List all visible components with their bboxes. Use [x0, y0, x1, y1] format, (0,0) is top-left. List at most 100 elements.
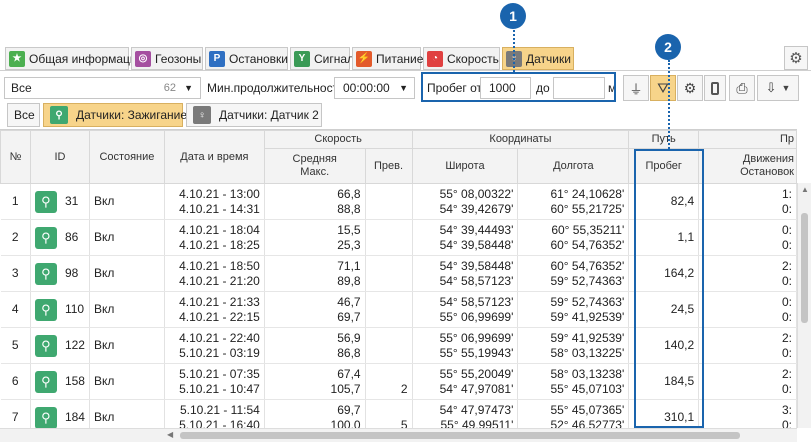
speed-avg: 15,5 — [337, 222, 361, 237]
tab-signal[interactable]: Y Сигнал — [290, 47, 354, 70]
cell-num: 4 — [0, 291, 31, 328]
lat-start: 54° 58,57123' — [439, 294, 514, 309]
lat-end: 54° 47,97081' — [439, 381, 514, 396]
subtab-ignition[interactable]: ⚲ Датчики: Зажигание — [43, 103, 187, 127]
plug-button[interactable]: ⏚ — [623, 75, 649, 101]
cell-over — [365, 183, 413, 220]
speed-max: 105,7 — [330, 381, 361, 396]
move-time: 2: — [781, 330, 792, 345]
cell-id: ⚲ 31 — [30, 183, 90, 220]
subtab-all[interactable]: Все — [7, 103, 40, 127]
scrollbar-thumb[interactable] — [180, 432, 740, 439]
subtab-label: Датчики: Зажигание — [76, 108, 188, 122]
cell-movement: 1: 0: — [698, 183, 797, 220]
lon-end: 58° 03,13225' — [550, 345, 625, 360]
cell-num: 6 — [0, 363, 31, 400]
horizontal-scrollbar[interactable]: ◀ — [0, 428, 797, 442]
col-header-lat[interactable]: Широта — [411, 148, 519, 184]
key-icon: ⚲ — [34, 334, 57, 357]
group-select-value: Все — [11, 81, 32, 95]
datetime-start: 4.10.21 - 13:00 — [179, 186, 260, 201]
key-icon: ⚲ — [34, 262, 57, 285]
callout-badge-2: 2 — [655, 34, 681, 60]
tab-geozones[interactable]: ◎ Геозоны — [131, 47, 203, 70]
stop-time: 0: — [781, 309, 792, 324]
lat-start: 55° 08,00322' — [439, 186, 514, 201]
datetime-end: 5.10.21 - 03:19 — [179, 345, 260, 360]
speed-max: 100,0 — [330, 417, 361, 429]
col-header-lon[interactable]: Долгота — [517, 148, 630, 184]
gear-icon: ⚙ — [789, 50, 803, 67]
subtab-label: Датчики: Датчик 2 — [219, 108, 319, 122]
chevron-down-icon: ▼ — [781, 83, 791, 93]
subtab-sensor2[interactable]: ♀ Датчики: Датчик 2 — [186, 103, 322, 127]
stops-label: Остановок — [740, 166, 794, 178]
signal-icon: Y — [294, 50, 310, 67]
lon-start: 59° 41,92539' — [550, 330, 625, 345]
col-header-movement[interactable]: Движения Остановок — [698, 148, 797, 184]
cell-over — [365, 327, 413, 364]
col-header-datetime[interactable]: Дата и время — [163, 130, 265, 184]
lat-end: 54° 58,57123' — [439, 273, 514, 288]
cell-over — [365, 291, 413, 328]
cell-lon: 59° 52,74363' 59° 41,92539' — [517, 291, 630, 328]
datetime-end: 5.10.21 - 10:47 — [179, 381, 260, 396]
lon-end: 60° 54,76352' — [550, 237, 625, 252]
cell-lat: 54° 58,57123' 55° 06,99699' — [412, 291, 519, 328]
plug-icon: ⏚ — [629, 81, 643, 97]
filter-button[interactable]: ⛛ — [650, 75, 676, 101]
callout-1-leader — [513, 30, 515, 72]
tab-general[interactable]: ★ Общая информация — [5, 47, 143, 70]
col-header-id[interactable]: ID — [29, 130, 90, 184]
cell-id: ⚲ 98 — [30, 255, 90, 292]
export-button[interactable]: ⇩ ▼ — [757, 75, 799, 101]
vertical-scrollbar[interactable]: ▲ — [797, 183, 811, 428]
lat-end: 55° 06,99699' — [439, 309, 514, 324]
stop-time: 0: — [781, 417, 792, 429]
tab-label: Скорость — [447, 51, 499, 66]
cell-id: ⚲ 86 — [30, 219, 90, 256]
speed-avg: 66,8 — [337, 186, 361, 201]
tab-power[interactable]: ⚡ Питание — [352, 47, 423, 70]
cell-lat: 54° 47,97473' 55° 49,99511' — [412, 399, 519, 428]
cell-lon: 60° 55,35211' 60° 54,76352' — [517, 219, 630, 256]
speed-max: 88,8 — [337, 201, 361, 216]
callout-2-leader — [668, 60, 670, 149]
tab-stops[interactable]: P Остановки — [205, 47, 288, 70]
cell-over — [365, 219, 413, 256]
cell-speed: 67,4 105,7 — [264, 363, 366, 400]
mileage-column-highlight — [634, 149, 704, 428]
tab-speed[interactable]: ◔ Скорость — [423, 47, 500, 70]
key-icon: ⚲ — [34, 226, 57, 249]
group-select[interactable]: Все 62 ▼ — [4, 77, 201, 99]
move-time: 0: — [781, 222, 792, 237]
cell-datetime: 4.10.21 - 18:04 4.10.21 - 18:25 — [164, 219, 265, 256]
col-group-coords: Координаты — [411, 130, 630, 149]
min-duration-value: 00:00:00 — [343, 81, 390, 95]
settings-tool-button[interactable]: ⚙ — [677, 75, 703, 101]
key-icon: ⚲ — [34, 406, 57, 428]
scrollbar-thumb[interactable] — [801, 213, 808, 323]
phone-button[interactable] — [704, 75, 726, 101]
cell-lon: 61° 24,10628' 60° 55,21725' — [517, 183, 630, 220]
speed-avg: 46,7 — [337, 294, 361, 309]
stop-time: 0: — [781, 345, 792, 360]
lon-start: 60° 54,76352' — [550, 258, 625, 273]
cell-speed: 56,9 86,8 — [264, 327, 366, 364]
print-button[interactable]: ⎙ — [729, 75, 755, 101]
datetime-end: 4.10.21 - 22:15 — [179, 309, 260, 324]
col-header-state[interactable]: Состояние — [88, 130, 165, 184]
col-header-speed-over[interactable]: Прев. — [364, 148, 413, 184]
settings-button[interactable]: ⚙ — [784, 46, 808, 70]
cell-id: ⚲ 110 — [30, 291, 90, 328]
min-duration-select[interactable]: 00:00:00 ▼ — [334, 77, 415, 99]
datetime-start: 4.10.21 - 21:33 — [179, 294, 260, 309]
col-header-num[interactable]: № — [0, 130, 31, 184]
col-header-speed-avg-max[interactable]: Средняя Макс. — [263, 148, 366, 184]
cell-state: Вкл — [89, 183, 165, 220]
datetime-start: 5.10.21 - 07:35 — [179, 366, 260, 381]
cell-over — [365, 255, 413, 292]
cell-id: ⚲ 122 — [30, 327, 90, 364]
speed-avg: 67,4 — [337, 366, 361, 381]
sensor-icon: ♀ — [193, 106, 211, 124]
